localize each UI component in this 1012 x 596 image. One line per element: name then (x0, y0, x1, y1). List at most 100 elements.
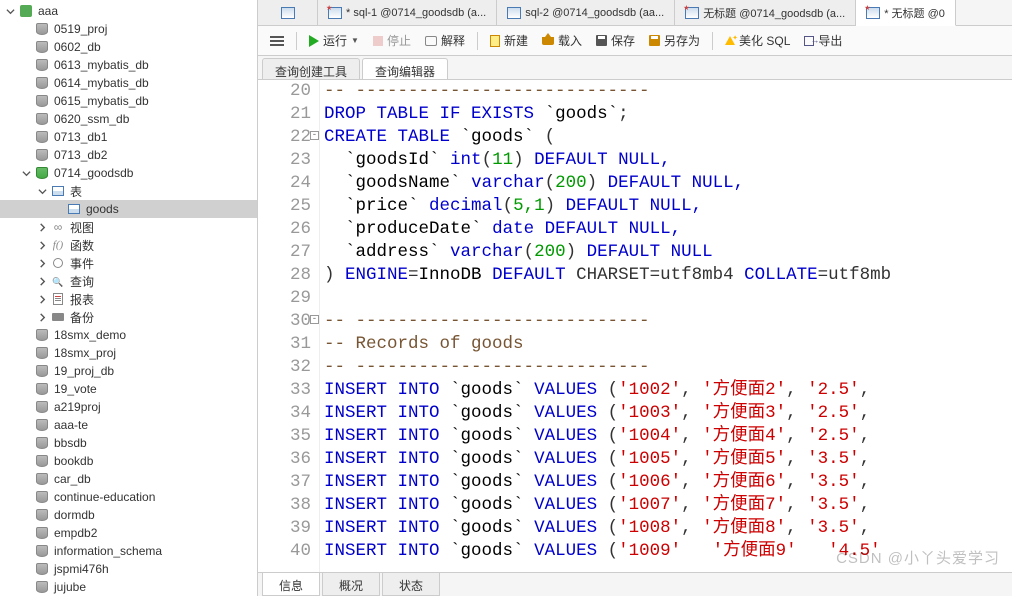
code-line[interactable]: DROP TABLE IF EXISTS `goods`; (324, 103, 1012, 126)
chevron-down-icon[interactable] (20, 167, 32, 179)
code-line[interactable]: -- ---------------------------- (324, 356, 1012, 379)
tab-query[interactable]: 无标题 @0714_goodsdb (a... (675, 0, 856, 25)
fold-toggle[interactable]: - (310, 131, 319, 140)
chevron-down-icon[interactable] (36, 185, 48, 197)
tree-item[interactable]: 18smx_proj (0, 344, 257, 362)
code-line[interactable]: INSERT INTO `goods` VALUES ('1009' '方便面9… (324, 540, 1012, 563)
tree-item[interactable]: 事件 (0, 254, 257, 272)
tree-item[interactable]: bookdb (0, 452, 257, 470)
tree-item[interactable]: dormdb (0, 506, 257, 524)
tree-item[interactable]: 0614_mybatis_db (0, 74, 257, 92)
new-button[interactable]: 新建 (484, 30, 534, 51)
tree-root[interactable]: aaa (0, 2, 257, 20)
tree-item[interactable]: 表 (0, 182, 257, 200)
code-line[interactable]: INSERT INTO `goods` VALUES ('1005', '方便面… (324, 448, 1012, 471)
tree-item[interactable]: information_schema (0, 542, 257, 560)
table-icon (68, 204, 80, 214)
tab-query[interactable]: sql-2 @0714_goodsdb (aa... (497, 0, 675, 25)
code-line[interactable]: `address` varchar(200) DEFAULT NULL (324, 241, 1012, 264)
tab-query[interactable]: * 无标题 @0 (856, 0, 956, 26)
tree-item[interactable]: 备份 (0, 308, 257, 326)
code-line[interactable]: `price` decimal(5,1) DEFAULT NULL, (324, 195, 1012, 218)
tree-item[interactable]: 视图 (0, 218, 257, 236)
bottom-tab[interactable]: 概况 (322, 573, 380, 596)
chevron-right-icon[interactable] (36, 239, 48, 251)
chevron-right-icon[interactable] (36, 311, 48, 323)
database-icon (36, 455, 48, 467)
table-icon (52, 186, 64, 196)
chevron-right-icon[interactable] (36, 293, 48, 305)
code-line[interactable]: `goodsId` int(11) DEFAULT NULL, (324, 149, 1012, 172)
tree-item[interactable]: empdb2 (0, 524, 257, 542)
code-line[interactable]: INSERT INTO `goods` VALUES ('1006', '方便面… (324, 471, 1012, 494)
database-icon (36, 95, 48, 107)
event-icon (53, 258, 63, 268)
code-line[interactable]: INSERT INTO `goods` VALUES ('1003', '方便面… (324, 402, 1012, 425)
tab-home[interactable] (258, 0, 318, 25)
code-area[interactable]: -- ----------------------------DROP TABL… (320, 80, 1012, 572)
tree-item[interactable]: 19_vote (0, 380, 257, 398)
export-button[interactable]: 导出 (798, 30, 848, 51)
sub-tab[interactable]: 查询编辑器 (362, 58, 448, 79)
fold-toggle[interactable]: - (310, 315, 319, 324)
code-line[interactable]: `goodsName` varchar(200) DEFAULT NULL, (324, 172, 1012, 195)
code-line[interactable]: INSERT INTO `goods` VALUES ('1004', '方便面… (324, 425, 1012, 448)
tree-label: a219proj (54, 400, 101, 414)
tree-label: 0714_goodsdb (54, 166, 133, 180)
database-tree[interactable]: aaa0519_proj0602_db0613_mybatis_db0614_m… (0, 0, 258, 596)
tree-item[interactable]: aaa-te (0, 416, 257, 434)
tree-item[interactable]: 0713_db1 (0, 128, 257, 146)
tree-item[interactable]: goods (0, 200, 257, 218)
code-line[interactable]: -- ---------------------------- (324, 80, 1012, 103)
code-line[interactable]: CREATE TABLE `goods` ( (324, 126, 1012, 149)
code-line[interactable]: INSERT INTO `goods` VALUES ('1007', '方便面… (324, 494, 1012, 517)
code-line[interactable]: INSERT INTO `goods` VALUES ('1002', '方便面… (324, 379, 1012, 402)
tree-item[interactable]: car_db (0, 470, 257, 488)
chevron-down-icon[interactable] (4, 5, 16, 17)
view-icon (54, 220, 63, 234)
tree-item[interactable]: f()函数 (0, 236, 257, 254)
sub-tab[interactable]: 查询创建工具 (262, 58, 360, 79)
tree-item[interactable]: 18smx_demo (0, 326, 257, 344)
play-icon (309, 35, 319, 47)
tree-item[interactable]: jujube (0, 578, 257, 596)
database-icon (36, 167, 48, 179)
code-line[interactable] (324, 287, 1012, 310)
explain-button[interactable]: 解释 (419, 30, 471, 51)
tree-item[interactable]: jspmi476h (0, 560, 257, 578)
code-line[interactable]: -- ---------------------------- (324, 310, 1012, 333)
tree-item[interactable]: a219proj (0, 398, 257, 416)
save-button[interactable]: 保存 (590, 30, 641, 51)
sql-editor[interactable]: 202122-2324252627282930-3132333435363738… (258, 80, 1012, 572)
bottom-tab[interactable]: 信息 (262, 573, 320, 596)
tab-query[interactable]: * sql-1 @0714_goodsdb (a... (318, 0, 497, 25)
database-icon (36, 59, 48, 71)
tree-item[interactable]: 0714_goodsdb (0, 164, 257, 182)
menu-button[interactable] (264, 32, 290, 50)
load-button[interactable]: 载入 (536, 30, 588, 51)
chevron-right-icon[interactable] (36, 221, 48, 233)
tree-item[interactable]: 查询 (0, 272, 257, 290)
run-button[interactable]: 运行▼ (303, 30, 365, 51)
tree-item[interactable]: 报表 (0, 290, 257, 308)
tree-item[interactable]: continue-education (0, 488, 257, 506)
tree-item[interactable]: 0519_proj (0, 20, 257, 38)
code-line[interactable]: `produceDate` date DEFAULT NULL, (324, 218, 1012, 241)
chevron-right-icon[interactable] (36, 257, 48, 269)
code-line[interactable]: ) ENGINE=InnoDB DEFAULT CHARSET=utf8mb4 … (324, 264, 1012, 287)
code-line[interactable]: INSERT INTO `goods` VALUES ('1008', '方便面… (324, 517, 1012, 540)
chevron-right-icon[interactable] (36, 275, 48, 287)
tree-item[interactable]: 0615_mybatis_db (0, 92, 257, 110)
pretty-sql-button[interactable]: 美化 SQL (719, 30, 796, 51)
tree-item[interactable]: 0613_mybatis_db (0, 56, 257, 74)
tree-item[interactable]: 19_proj_db (0, 362, 257, 380)
tree-item[interactable]: 0602_db (0, 38, 257, 56)
saveas-button[interactable]: 另存为 (643, 30, 706, 51)
stop-button[interactable]: 停止 (367, 30, 417, 51)
tree-item[interactable]: 0620_ssm_db (0, 110, 257, 128)
code-line[interactable]: -- Records of goods (324, 333, 1012, 356)
tree-item[interactable]: 0713_db2 (0, 146, 257, 164)
bottom-tab[interactable]: 状态 (382, 573, 440, 596)
tree-item[interactable]: bbsdb (0, 434, 257, 452)
tab-label: 无标题 @0714_goodsdb (a... (703, 5, 845, 21)
